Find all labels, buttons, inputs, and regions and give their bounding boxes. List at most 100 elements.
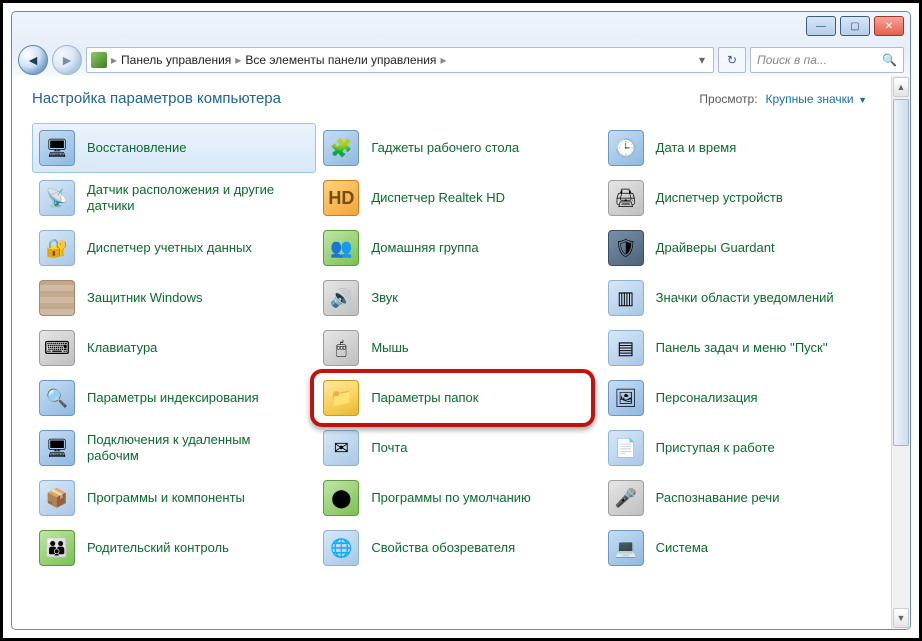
getting-started-icon: 📄	[608, 430, 644, 466]
gadgets-icon: 🧩	[323, 130, 359, 166]
scroll-up-button[interactable]: ▲	[893, 77, 909, 97]
items-grid: 🖥 Восстановление 🧩 Гаджеты рабочего стол…	[32, 123, 885, 573]
tray-icon: ▥	[608, 280, 644, 316]
clock-icon: 🕒	[608, 130, 644, 166]
item-parental-controls[interactable]: 👪 Родительский контроль	[32, 523, 316, 573]
item-speech-recognition[interactable]: 🎤 Распознавание речи	[601, 473, 885, 523]
item-remote-desktop[interactable]: 🖥 Подключения к удаленным рабочим	[32, 423, 316, 473]
item-label: Диспетчер Realtek HD	[371, 190, 505, 206]
guardant-icon: 🛡	[608, 230, 644, 266]
refresh-button[interactable]: ↻	[718, 47, 746, 73]
view-picker[interactable]: Просмотр: Крупные значки ▼	[699, 92, 867, 106]
breadcrumb-dropdown-icon[interactable]: ▾	[695, 53, 709, 67]
item-mouse[interactable]: 🖱 Мышь	[316, 323, 600, 373]
screenshot-frame: — ▢ ✕ ◄ ► ▸ Панель управления ▸ Все элем…	[0, 0, 922, 641]
breadcrumb-sep-icon: ▸	[440, 53, 446, 67]
minimize-button[interactable]: —	[806, 16, 836, 36]
item-folder-options[interactable]: 📁 Параметры папок	[316, 373, 600, 423]
item-indexing-options[interactable]: 🔍 Параметры индексирования	[32, 373, 316, 423]
folder-options-icon: 📁	[323, 380, 359, 416]
breadcrumb-segment[interactable]: Все элементы панели управления	[245, 53, 436, 67]
item-label: Программы и компоненты	[87, 490, 245, 506]
item-mail[interactable]: ✉ Почта	[316, 423, 600, 473]
item-label: Датчик расположения и другие датчики	[87, 182, 305, 213]
maximize-button[interactable]: ▢	[840, 16, 870, 36]
item-device-manager[interactable]: 🖨 Диспетчер устройств	[601, 173, 885, 223]
item-label: Параметры индексирования	[87, 390, 259, 406]
item-realtek-hd[interactable]: HD Диспетчер Realtek HD	[316, 173, 600, 223]
item-taskbar-start[interactable]: ▤ Панель задач и меню ''Пуск''	[601, 323, 885, 373]
item-getting-started[interactable]: 📄 Приступая к работе	[601, 423, 885, 473]
mail-icon: ✉	[323, 430, 359, 466]
scroll-thumb[interactable]	[893, 99, 909, 446]
device-manager-icon: 🖨	[608, 180, 644, 216]
system-icon: 💻	[608, 530, 644, 566]
item-recovery[interactable]: 🖥 Восстановление	[32, 123, 316, 173]
item-label: Система	[656, 540, 708, 556]
item-label: Персонализация	[656, 390, 758, 406]
window: — ▢ ✕ ◄ ► ▸ Панель управления ▸ Все элем…	[11, 11, 911, 630]
item-label: Распознавание речи	[656, 490, 780, 506]
item-keyboard[interactable]: ⌨ Клавиатура	[32, 323, 316, 373]
defender-icon	[39, 280, 75, 316]
item-programs-features[interactable]: 📦 Программы и компоненты	[32, 473, 316, 523]
item-default-programs[interactable]: ⬤ Программы по умолчанию	[316, 473, 600, 523]
realtek-icon: HD	[323, 180, 359, 216]
item-label: Диспетчер учетных данных	[87, 240, 252, 256]
item-label: Мышь	[371, 340, 408, 356]
item-notification-icons[interactable]: ▥ Значки области уведомлений	[601, 273, 885, 323]
item-label: Почта	[371, 440, 407, 456]
view-value[interactable]: Крупные значки ▼	[766, 92, 867, 106]
speech-icon: 🎤	[608, 480, 644, 516]
page-title: Настройка параметров компьютера	[32, 90, 281, 107]
item-guardant-drivers[interactable]: 🛡 Драйверы Guardant	[601, 223, 885, 273]
credential-icon: 🔐	[39, 230, 75, 266]
programs-icon: 📦	[39, 480, 75, 516]
item-label: Драйверы Guardant	[656, 240, 775, 256]
item-windows-defender[interactable]: Защитник Windows	[32, 273, 316, 323]
breadcrumb-bar[interactable]: ▸ Панель управления ▸ Все элементы панел…	[86, 47, 714, 73]
homegroup-icon: 👥	[323, 230, 359, 266]
internet-options-icon: 🌐	[323, 530, 359, 566]
chevron-down-icon: ▼	[856, 95, 867, 105]
breadcrumb-root[interactable]: Панель управления	[121, 53, 231, 67]
breadcrumb-sep-icon: ▸	[235, 53, 241, 67]
item-location-sensor[interactable]: 📡 Датчик расположения и другие датчики	[32, 173, 316, 223]
item-label: Значки области уведомлений	[656, 290, 834, 306]
scroll-down-button[interactable]: ▼	[893, 608, 909, 628]
item-system[interactable]: 💻 Система	[601, 523, 885, 573]
item-desktop-gadgets[interactable]: 🧩 Гаджеты рабочего стола	[316, 123, 600, 173]
default-programs-icon: ⬤	[323, 480, 359, 516]
item-label: Восстановление	[87, 140, 186, 156]
nav-forward-button[interactable]: ►	[52, 45, 82, 75]
item-credential-manager[interactable]: 🔐 Диспетчер учетных данных	[32, 223, 316, 273]
remote-desktop-icon: 🖥	[39, 430, 75, 466]
item-sound[interactable]: 🔊 Звук	[316, 273, 600, 323]
item-personalization[interactable]: 🖼 Персонализация	[601, 373, 885, 423]
vertical-scrollbar[interactable]: ▲ ▼	[891, 76, 910, 629]
item-label: Параметры папок	[371, 390, 478, 406]
scroll-track[interactable]	[893, 99, 909, 606]
nav-back-button[interactable]: ◄	[18, 45, 48, 75]
item-label: Звук	[371, 290, 398, 306]
search-placeholder: Поиск в па...	[757, 53, 827, 67]
item-internet-options[interactable]: 🌐 Свойства обозревателя	[316, 523, 600, 573]
taskbar-icon: ▤	[608, 330, 644, 366]
item-label: Свойства обозревателя	[371, 540, 515, 556]
item-label: Домашняя группа	[371, 240, 478, 256]
item-label: Подключения к удаленным рабочим	[87, 432, 305, 463]
search-input[interactable]: Поиск в па... 🔍	[750, 47, 904, 73]
control-panel-icon	[91, 52, 107, 68]
nav-row: ◄ ► ▸ Панель управления ▸ Все элементы п…	[12, 44, 910, 76]
item-homegroup[interactable]: 👥 Домашняя группа	[316, 223, 600, 273]
item-label: Родительский контроль	[87, 540, 229, 556]
item-date-time[interactable]: 🕒 Дата и время	[601, 123, 885, 173]
keyboard-icon: ⌨	[39, 330, 75, 366]
parental-icon: 👪	[39, 530, 75, 566]
titlebar: — ▢ ✕	[12, 12, 910, 44]
close-button[interactable]: ✕	[874, 16, 904, 36]
item-label: Гаджеты рабочего стола	[371, 140, 519, 156]
window-controls: — ▢ ✕	[806, 16, 904, 36]
body: Настройка параметров компьютера Просмотр…	[12, 76, 910, 629]
personalization-icon: 🖼	[608, 380, 644, 416]
